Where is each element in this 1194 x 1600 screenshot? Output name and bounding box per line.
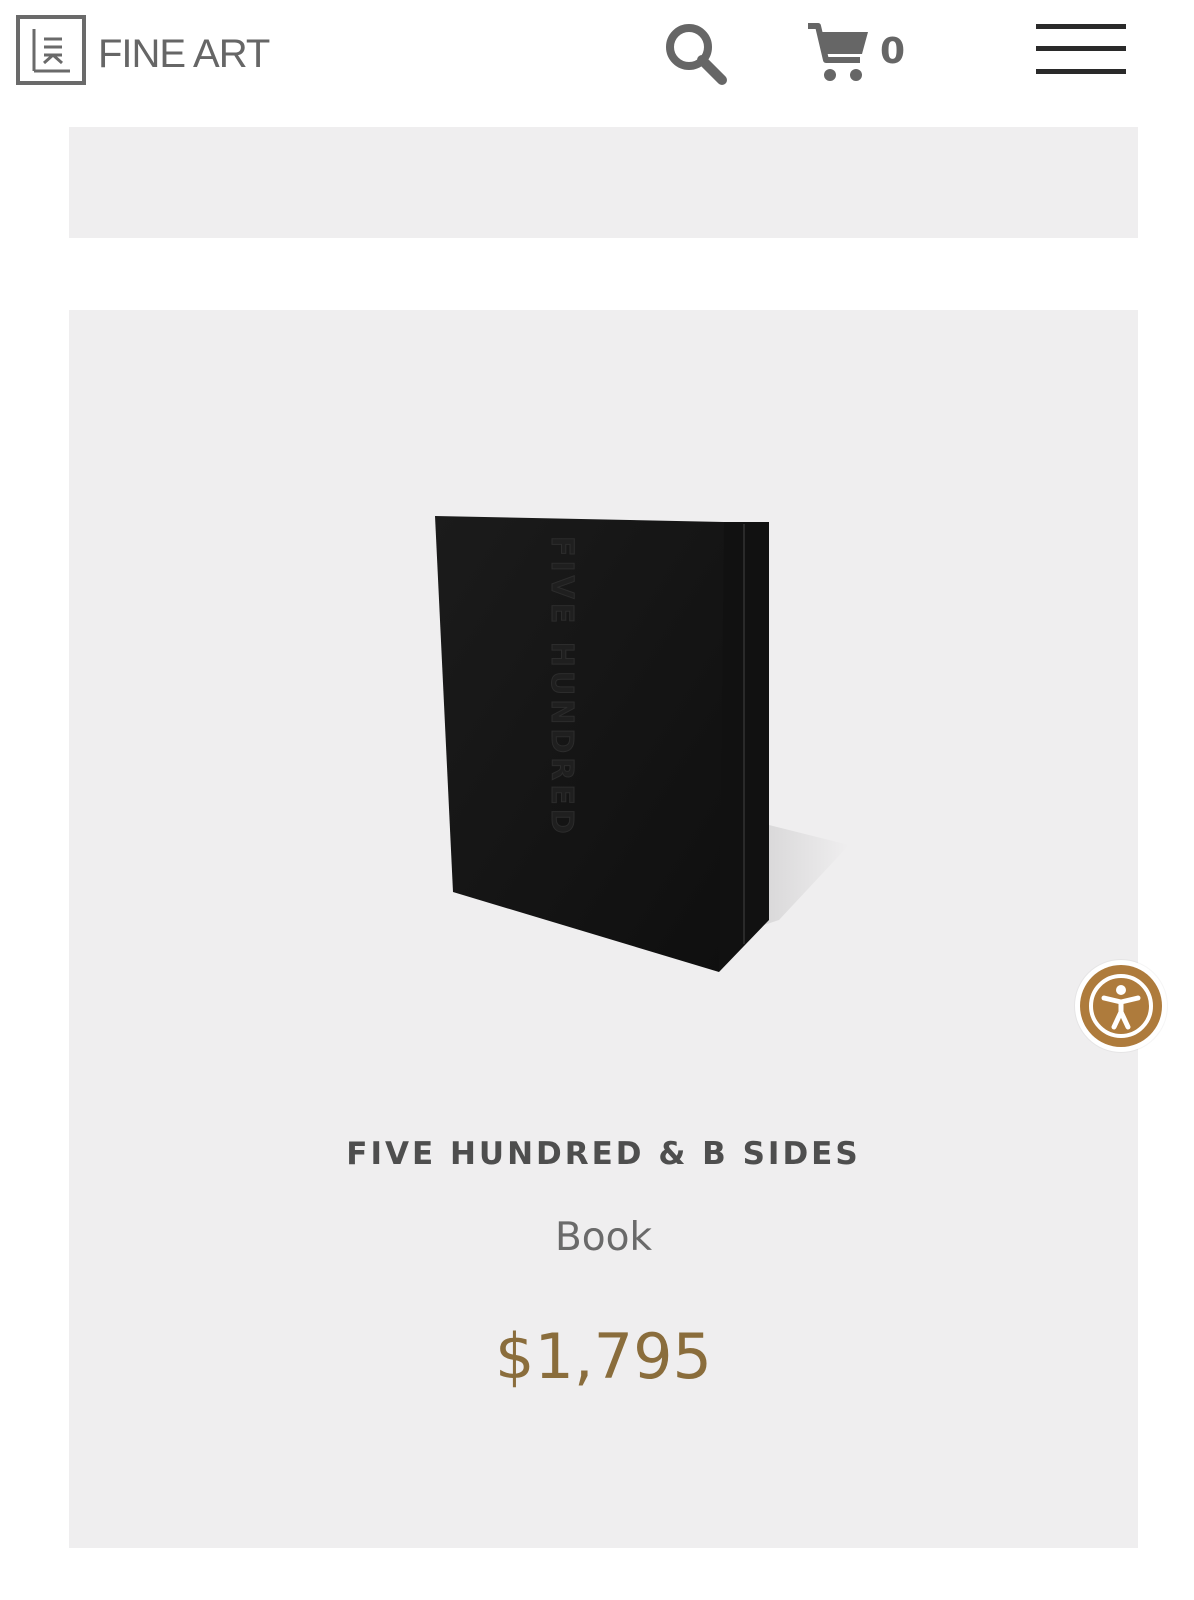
brand-name: FINE ART [98,31,270,76]
brand-logo-link[interactable]: FINE ART [16,15,270,85]
book-spine-text: FIVE HUNDRED [544,536,579,838]
cart-icon [808,23,868,81]
product-title[interactable]: FIVE HUNDRED & B SIDES [69,1136,1138,1172]
promo-banner [69,127,1138,238]
cart-count-badge: 0 [880,30,906,72]
product-image[interactable]: FIVE HUNDRED [419,500,879,1000]
menu-line-middle [1036,46,1126,51]
hamburger-menu-button[interactable] [1036,24,1126,78]
accessibility-person-icon [1080,965,1162,1047]
menu-line-bottom [1036,69,1126,74]
product-type: Book [554,1215,653,1260]
accessibility-button[interactable] [1075,960,1167,1052]
site-header: FINE ART 0 [0,0,1194,128]
cart-button[interactable]: 0 [806,18,905,88]
product-price: $1,795 [495,1320,712,1393]
search-button[interactable] [662,20,730,88]
lik-logo-icon [16,15,86,85]
search-icon [666,24,727,85]
product-card[interactable]: FIVE HUNDRED FIVE HUNDRED & B SIDES Book… [69,310,1138,1548]
menu-line-top [1036,24,1126,29]
